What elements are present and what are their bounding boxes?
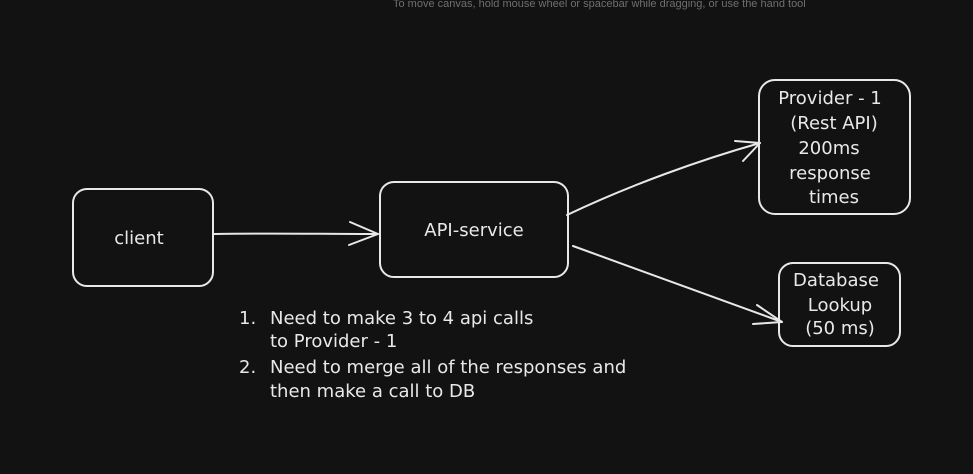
note-1-line-2: to Provider - 1 (270, 331, 397, 352)
notes-list: 1. Need to make 3 to 4 api calls to Prov… (239, 308, 626, 402)
note-2-line-2: then make a call to DB (270, 381, 475, 402)
provider-label-line-5: times (809, 187, 859, 208)
note-2-line-1: Need to merge all of the responses and (270, 357, 626, 378)
provider-label-line-3: 200ms (798, 138, 859, 159)
arrow-api-to-provider[interactable] (566, 140, 761, 216)
provider-node[interactable]: Provider - 1 (Rest API) 200ms response t… (758, 79, 911, 215)
drawing-canvas[interactable]: To move canvas, hold mouse wheel or spac… (0, 0, 973, 474)
arrow-api-to-database[interactable] (572, 245, 783, 325)
api-service-label: API-service (424, 220, 523, 241)
arrow-client-to-api[interactable] (213, 221, 379, 246)
diagram: client API-service Provider - 1 (Rest AP… (72, 79, 911, 402)
provider-label-line-1: Provider - 1 (778, 88, 882, 109)
note-2-number: 2. (239, 357, 256, 378)
database-node[interactable]: Database Lookup (50 ms) (778, 262, 901, 347)
database-label-line-3: (50 ms) (805, 318, 875, 339)
note-1-number: 1. (239, 308, 256, 329)
client-label: client (114, 228, 163, 249)
api-service-node[interactable]: API-service (379, 181, 569, 278)
provider-label-line-4: response (789, 163, 871, 184)
provider-label-line-2: (Rest API) (790, 113, 877, 134)
database-label-line-2: Lookup (808, 295, 872, 316)
database-label-line-1: Database (793, 270, 879, 291)
client-node[interactable]: client (72, 188, 214, 287)
note-1-line-1: Need to make 3 to 4 api calls (270, 308, 533, 329)
